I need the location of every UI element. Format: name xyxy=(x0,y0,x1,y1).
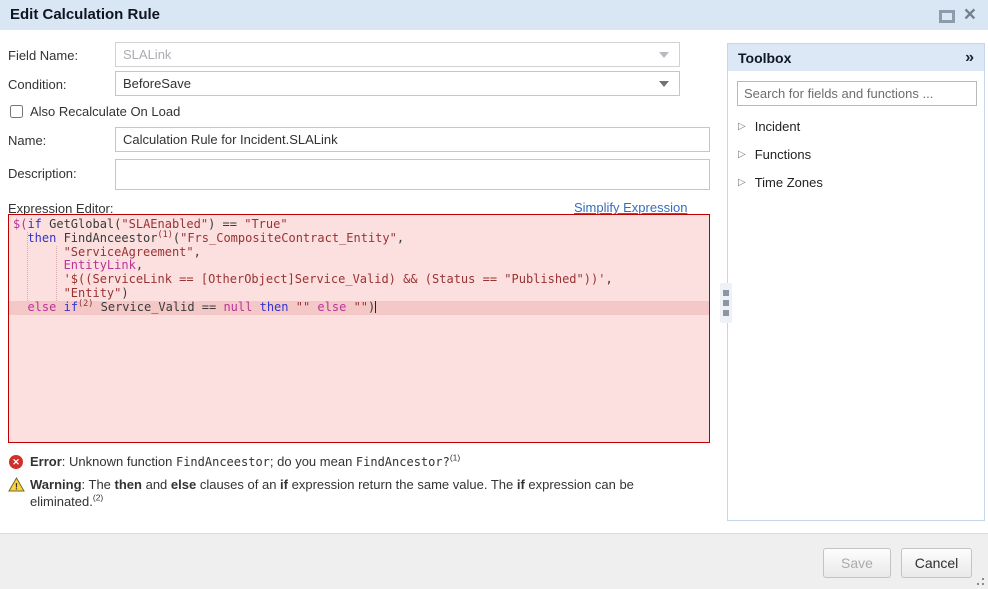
toolbox-search-input[interactable] xyxy=(737,81,977,106)
condition-input[interactable] xyxy=(115,71,680,96)
recalculate-on-load-label: Also Recalculate On Load xyxy=(30,104,180,119)
toolbox-tree-item-functions[interactable]: ▷ Functions xyxy=(728,140,984,168)
tree-expand-icon[interactable]: ▷ xyxy=(738,121,746,132)
toolbox-header: Toolbox » xyxy=(728,44,984,71)
description-label: Description: xyxy=(8,166,77,181)
tree-expand-icon[interactable]: ▷ xyxy=(738,177,746,188)
toolbox-title: Toolbox xyxy=(738,50,791,66)
save-button[interactable]: Save xyxy=(823,548,891,578)
panel-splitter-grip[interactable] xyxy=(720,283,732,323)
toolbox-panel: Toolbox » ▷ Incident ▷ Functions ▷ Time Zones xyxy=(727,43,985,521)
close-icon[interactable]: × xyxy=(964,6,976,24)
expression-code: $(if GetGlobal("SLAEnabled") == "True" t… xyxy=(9,215,709,315)
dialog-footer: Save Cancel xyxy=(0,533,988,589)
cancel-button[interactable]: Cancel xyxy=(901,548,972,578)
tree-expand-icon[interactable]: ▷ xyxy=(738,149,746,160)
tree-item-label: Time Zones xyxy=(755,175,823,190)
code-line: else if(2) Service_Valid == null then ""… xyxy=(9,301,709,315)
error-message: Error: Unknown function FindAnceestor; d… xyxy=(30,453,460,471)
edit-calculation-rule-dialog: { "dialog": { "title": "Edit Calculation… xyxy=(0,0,988,589)
code-line: $(if GetGlobal("SLAEnabled") == "True" xyxy=(9,218,709,232)
toolbox-tree-item-incident[interactable]: ▷ Incident xyxy=(728,112,984,140)
recalculate-on-load-checkbox[interactable] xyxy=(10,105,23,118)
code-line: EntityLink, xyxy=(9,259,709,273)
code-line: "ServiceAgreement", xyxy=(9,246,709,260)
maximize-icon[interactable] xyxy=(939,10,955,23)
dialog-titlebar: Edit Calculation Rule × xyxy=(0,0,988,30)
collapse-panel-icon[interactable]: » xyxy=(965,49,974,67)
field-name-input[interactable] xyxy=(115,42,680,67)
dialog-title: Edit Calculation Rule xyxy=(10,6,160,23)
code-line: "Entity") xyxy=(9,287,709,301)
field-name-label: Field Name: xyxy=(8,48,78,63)
tree-item-label: Functions xyxy=(755,147,811,162)
tree-item-label: Incident xyxy=(755,119,801,134)
toolbox-tree: ▷ Incident ▷ Functions ▷ Time Zones xyxy=(728,112,984,196)
expression-editor[interactable]: $(if GetGlobal("SLAEnabled") == "True" t… xyxy=(8,214,710,443)
resize-grip-icon[interactable] xyxy=(973,574,984,585)
simplify-expression-link[interactable]: Simplify Expression xyxy=(574,200,687,215)
condition-label: Condition: xyxy=(8,77,67,92)
error-icon: ✕ xyxy=(9,455,23,469)
name-input[interactable] xyxy=(115,127,710,152)
warning-message: Warning: The then and else clauses of an… xyxy=(30,476,670,510)
description-input[interactable] xyxy=(115,159,710,190)
text-caret xyxy=(375,301,376,313)
svg-text:!: ! xyxy=(15,481,18,492)
toolbox-tree-item-time-zones[interactable]: ▷ Time Zones xyxy=(728,168,984,196)
code-line: then FindAnceestor(1)("Frs_CompositeCont… xyxy=(9,232,709,246)
window-buttons: × xyxy=(939,6,976,24)
name-label: Name: xyxy=(8,133,46,148)
warning-icon: ! xyxy=(8,477,25,497)
code-line: '$((ServiceLink == [OtherObject]Service_… xyxy=(9,273,709,287)
